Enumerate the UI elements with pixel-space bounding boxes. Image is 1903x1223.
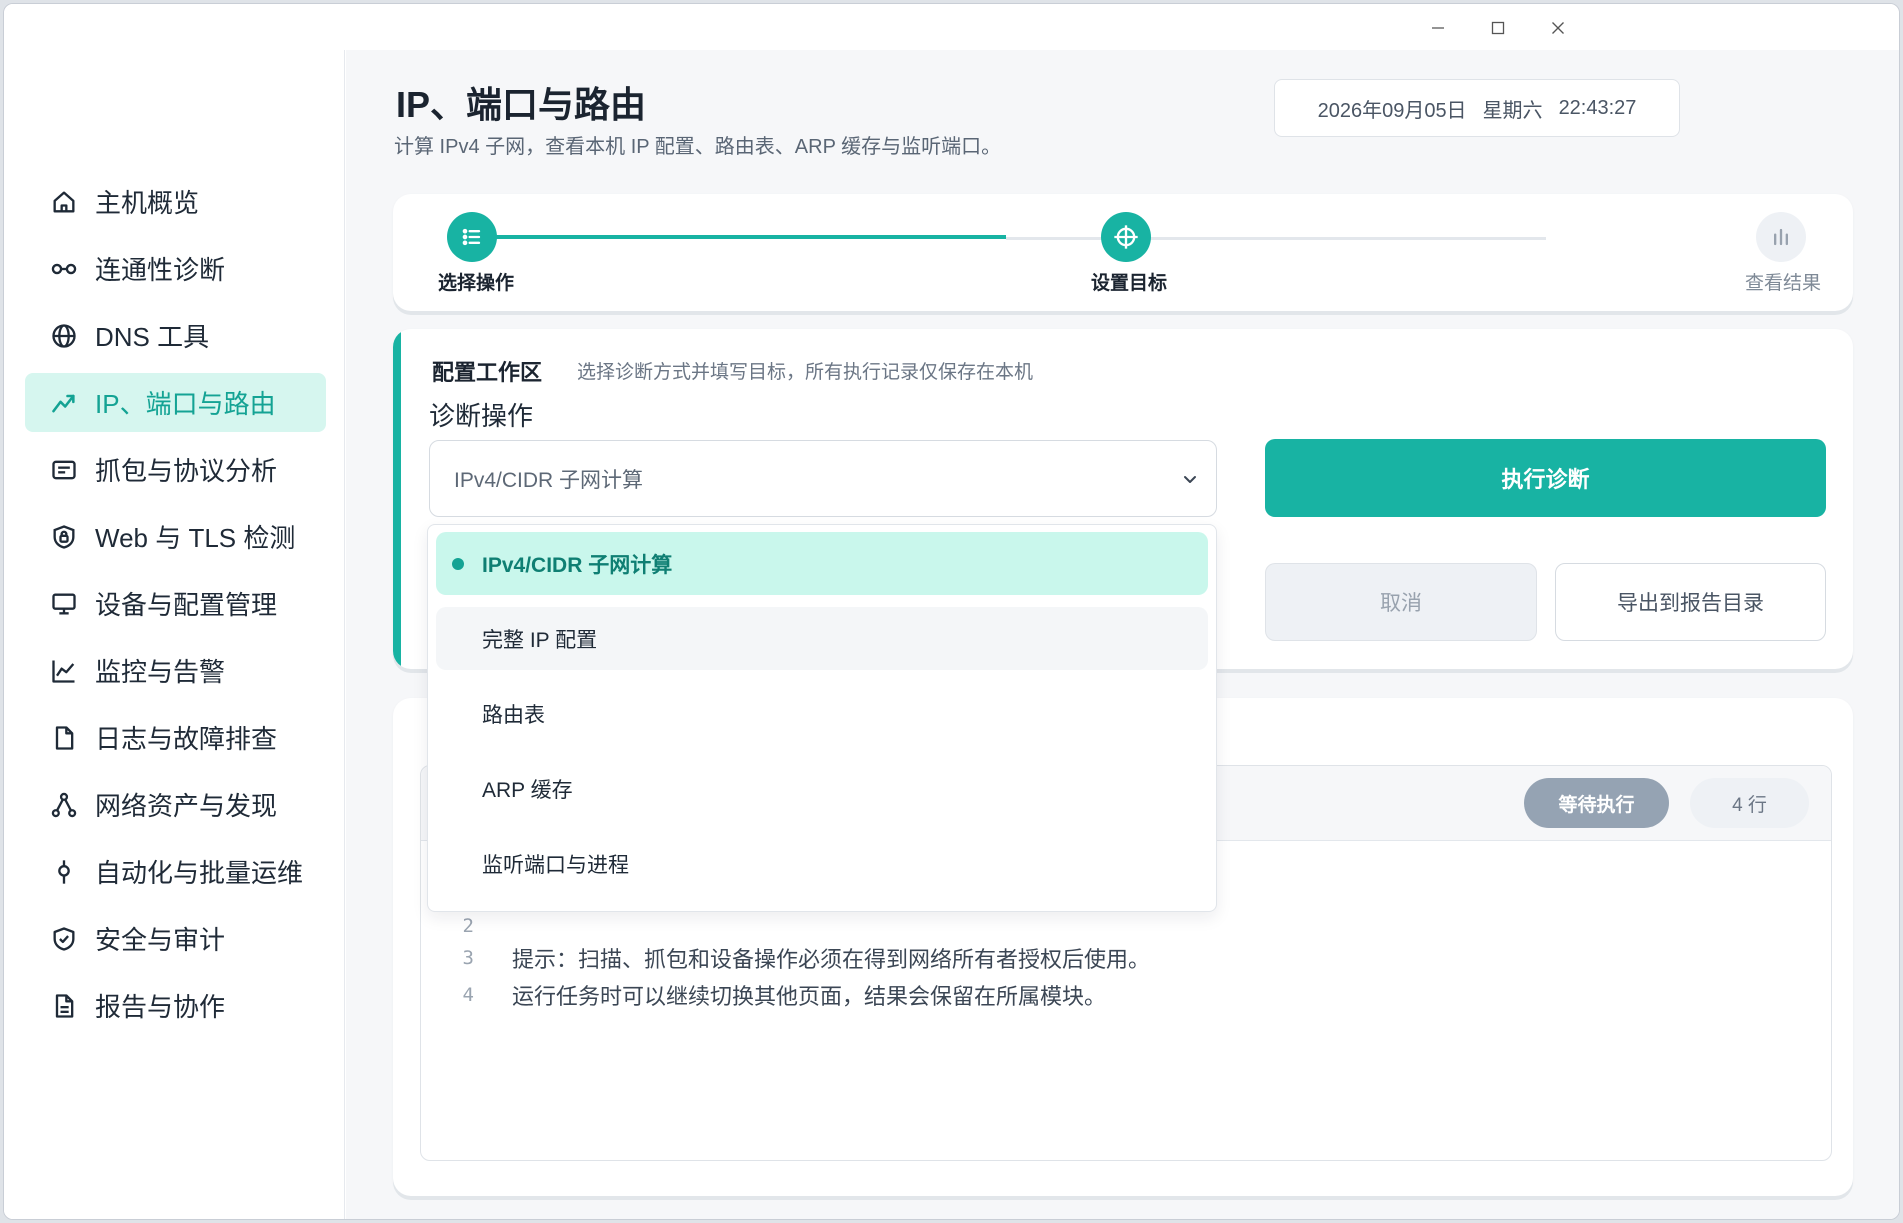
sidebar-item-label: 日志与故障排查 [95,724,278,754]
packet-icon [49,455,79,485]
chart-icon [49,656,79,686]
step-1-label: 选择操作 [438,273,515,294]
report-icon [49,991,79,1021]
target-icon [1114,225,1138,249]
sidebar-item-packet-analysis[interactable]: 抓包与协议分析 [25,440,326,499]
sidebar-item-label: 设备与配置管理 [95,590,278,620]
log-line: 2 [421,908,512,944]
line-text: 提示：扫描、抓包和设备操作必须在得到网络所有者授权后使用。 [512,948,1151,973]
monitor-icon [49,589,79,619]
sidebar-item-reports[interactable]: 报告与协作 [25,976,326,1035]
app-window: 主机概览 连通性诊断 DNS 工具 IP、端口与路由 抓包与协议分析 Web 与… [3,3,1900,1220]
sidebar-item-label: 安全与审计 [95,925,226,955]
dropdown-option-label: 监听端口与进程 [482,853,629,877]
datetime-display: 2026年09月05日 星期六 22:43:27 [1274,79,1680,137]
operation-dropdown-menu: IPv4/CIDR 子网计算 完整 IP 配置 路由表 ARP 缓存 监听端口与… [427,524,1217,912]
sidebar-item-label: Web 与 TLS 检测 [95,523,296,553]
step-line-done [466,235,1006,239]
step-3-label: 查看结果 [1745,273,1822,294]
title-bar [4,4,1899,50]
sidebar-item-logs[interactable]: 日志与故障排查 [25,708,326,767]
sidebar-item-label: DNS 工具 [95,322,210,352]
page-title: IP、端口与路由 [396,84,647,125]
config-description: 选择诊断方式并填写目标，所有执行记录仅保存在本机 [577,362,1034,383]
date-text: 2026年09月05日 [1317,99,1467,122]
bars-icon [1774,228,1788,246]
sidebar-item-host-overview[interactable]: 主机概览 [25,172,326,231]
row-count-badge: 4 行 [1690,778,1809,828]
file-icon [49,723,79,753]
sidebar-item-label: 网络资产与发现 [95,791,278,821]
dropdown-option-label: IPv4/CIDR 子网计算 [482,553,673,577]
page-subtitle: 计算 IPv4 子网，查看本机 IP 配置、路由表、ARP 缓存与监听端口。 [394,136,1002,158]
config-accent-bar [393,329,401,669]
log-line: 4 运行任务时可以继续切换其他页面，结果会保留在所属模块。 [421,977,1106,1013]
weekday-text: 星期六 [1482,99,1543,122]
operation-field-label: 诊断操作 [429,401,534,431]
sidebar-item-ip-port-route[interactable]: IP、端口与路由 [25,373,326,432]
line-number: 4 [462,984,474,1006]
line-number: 3 [462,947,474,969]
dropdown-option[interactable]: ARP 缓存 [436,757,1208,820]
line-number: 2 [462,915,474,937]
sidebar-item-monitoring[interactable]: 监控与告警 [25,641,326,700]
step-3-node[interactable] [1756,212,1806,262]
dropdown-option[interactable]: IPv4/CIDR 子网计算 [436,532,1208,595]
dropdown-option-label: ARP 缓存 [482,778,573,802]
run-diagnosis-button[interactable]: 执行诊断 [1265,439,1826,517]
step-2-node[interactable] [1101,212,1151,262]
sidebar-item-label: 报告与协作 [95,992,226,1022]
automation-icon [49,857,79,887]
line-text: 运行任务时可以继续切换其他页面，结果会保留在所属模块。 [512,985,1107,1010]
list-icon [462,228,481,246]
sidebar-item-automation[interactable]: 自动化与批量运维 [25,842,326,901]
sidebar-item-dns[interactable]: DNS 工具 [25,306,326,365]
step-2-label: 设置目标 [1091,273,1168,294]
sidebar-item-label: 连通性诊断 [95,255,226,285]
sidebar-item-web-tls[interactable]: Web 与 TLS 检测 [25,507,326,566]
sidebar-item-label: 抓包与协议分析 [95,456,278,486]
sidebar-item-network-assets[interactable]: 网络资产与发现 [25,775,326,834]
sidebar-item-label: 自动化与批量运维 [95,858,304,888]
status-badge: 等待执行 [1524,778,1669,828]
sidebar-item-label: 监控与告警 [95,657,226,687]
operation-select[interactable]: IPv4/CIDR 子网计算 [429,440,1217,517]
shield-lock-icon [49,522,79,552]
route-icon [49,388,79,418]
home-icon [49,187,79,217]
step-1-node[interactable] [447,212,497,262]
main-content: IP、端口与路由 计算 IPv4 子网，查看本机 IP 配置、路由表、ARP 缓… [346,50,1899,1219]
step-line-pending [1006,237,1546,240]
sidebar-item-security-audit[interactable]: 安全与审计 [25,909,326,968]
sidebar-item-device-config[interactable]: 设备与配置管理 [25,574,326,633]
maximize-icon[interactable] [1473,12,1523,44]
dropdown-option[interactable]: 监听端口与进程 [436,832,1208,895]
dropdown-option[interactable]: 完整 IP 配置 [436,607,1208,670]
shield-check-icon [49,924,79,954]
cancel-button[interactable]: 取消 [1265,563,1537,641]
config-title: 配置工作区 [432,360,543,385]
log-line: 3 提示：扫描、抓包和设备操作必须在得到网络所有者授权后使用。 [421,940,1150,976]
sidebar-item-label: 主机概览 [95,188,200,218]
sidebar-item-label: IP、端口与路由 [95,389,276,419]
close-icon[interactable] [1533,12,1583,44]
export-report-button[interactable]: 导出到报告目录 [1555,563,1826,641]
minimize-icon[interactable] [1413,12,1463,44]
dropdown-option-label: 路由表 [482,703,545,727]
globe-icon [49,321,79,351]
network-icon [49,790,79,820]
time-text: 22:43:27 [1558,96,1637,119]
chevron-down-icon [1184,476,1196,483]
dropdown-option-label: 完整 IP 配置 [482,628,598,652]
link-icon [49,254,79,284]
sidebar: 主机概览 连通性诊断 DNS 工具 IP、端口与路由 抓包与协议分析 Web 与… [4,50,345,1219]
sidebar-item-connectivity[interactable]: 连通性诊断 [25,239,326,298]
operation-select-value: IPv4/CIDR 子网计算 [454,468,644,492]
dropdown-option[interactable]: 路由表 [436,682,1208,745]
selected-dot-icon [452,558,464,570]
